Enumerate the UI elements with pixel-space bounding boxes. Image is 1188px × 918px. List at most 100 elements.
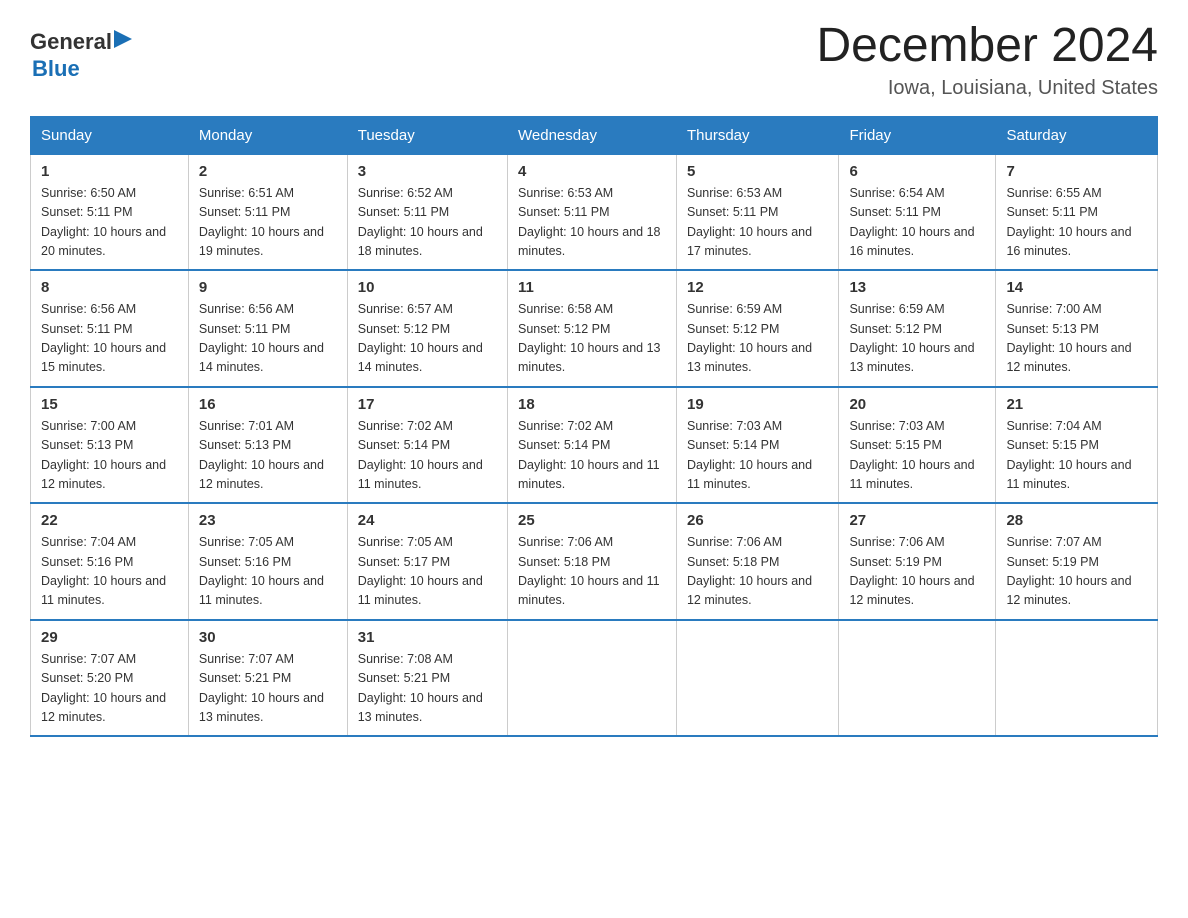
day-info: Sunrise: 6:50 AM Sunset: 5:11 PM Dayligh… bbox=[41, 184, 178, 262]
calendar-header-row: SundayMondayTuesdayWednesdayThursdayFrid… bbox=[31, 116, 1158, 154]
column-header-saturday: Saturday bbox=[996, 116, 1158, 154]
day-number: 2 bbox=[199, 163, 337, 180]
calendar-cell: 21 Sunrise: 7:04 AM Sunset: 5:15 PM Dayl… bbox=[996, 387, 1158, 504]
logo-text-general: General bbox=[30, 30, 112, 54]
calendar-cell: 14 Sunrise: 7:00 AM Sunset: 5:13 PM Dayl… bbox=[996, 270, 1158, 387]
calendar-cell: 28 Sunrise: 7:07 AM Sunset: 5:19 PM Dayl… bbox=[996, 503, 1158, 620]
day-info: Sunrise: 6:58 AM Sunset: 5:12 PM Dayligh… bbox=[518, 300, 666, 378]
column-header-wednesday: Wednesday bbox=[508, 116, 677, 154]
column-header-sunday: Sunday bbox=[31, 116, 189, 154]
day-number: 16 bbox=[199, 396, 337, 413]
day-info: Sunrise: 7:00 AM Sunset: 5:13 PM Dayligh… bbox=[1006, 300, 1147, 378]
day-info: Sunrise: 7:07 AM Sunset: 5:21 PM Dayligh… bbox=[199, 650, 337, 728]
day-number: 28 bbox=[1006, 512, 1147, 529]
day-number: 30 bbox=[199, 629, 337, 646]
day-number: 24 bbox=[358, 512, 497, 529]
day-number: 26 bbox=[687, 512, 828, 529]
column-header-friday: Friday bbox=[839, 116, 996, 154]
calendar-cell: 7 Sunrise: 6:55 AM Sunset: 5:11 PM Dayli… bbox=[996, 154, 1158, 270]
calendar-cell bbox=[996, 620, 1158, 737]
calendar-cell: 26 Sunrise: 7:06 AM Sunset: 5:18 PM Dayl… bbox=[676, 503, 838, 620]
day-info: Sunrise: 7:07 AM Sunset: 5:20 PM Dayligh… bbox=[41, 650, 178, 728]
day-number: 4 bbox=[518, 163, 666, 180]
day-number: 1 bbox=[41, 163, 178, 180]
day-info: Sunrise: 7:01 AM Sunset: 5:13 PM Dayligh… bbox=[199, 417, 337, 495]
calendar-cell: 23 Sunrise: 7:05 AM Sunset: 5:16 PM Dayl… bbox=[188, 503, 347, 620]
day-info: Sunrise: 7:03 AM Sunset: 5:14 PM Dayligh… bbox=[687, 417, 828, 495]
calendar-cell: 5 Sunrise: 6:53 AM Sunset: 5:11 PM Dayli… bbox=[676, 154, 838, 270]
calendar-cell bbox=[676, 620, 838, 737]
calendar-week-row: 8 Sunrise: 6:56 AM Sunset: 5:11 PM Dayli… bbox=[31, 270, 1158, 387]
calendar-cell: 4 Sunrise: 6:53 AM Sunset: 5:11 PM Dayli… bbox=[508, 154, 677, 270]
day-number: 11 bbox=[518, 279, 666, 296]
calendar-cell: 17 Sunrise: 7:02 AM Sunset: 5:14 PM Dayl… bbox=[347, 387, 507, 504]
day-info: Sunrise: 6:52 AM Sunset: 5:11 PM Dayligh… bbox=[358, 184, 497, 262]
day-info: Sunrise: 7:04 AM Sunset: 5:15 PM Dayligh… bbox=[1006, 417, 1147, 495]
day-number: 14 bbox=[1006, 279, 1147, 296]
day-info: Sunrise: 7:00 AM Sunset: 5:13 PM Dayligh… bbox=[41, 417, 178, 495]
calendar-cell: 8 Sunrise: 6:56 AM Sunset: 5:11 PM Dayli… bbox=[31, 270, 189, 387]
day-info: Sunrise: 7:03 AM Sunset: 5:15 PM Dayligh… bbox=[849, 417, 985, 495]
page-header: General Blue December 2024 Iowa, Louisia… bbox=[30, 20, 1158, 100]
calendar-cell: 1 Sunrise: 6:50 AM Sunset: 5:11 PM Dayli… bbox=[31, 154, 189, 270]
calendar-title: December 2024 bbox=[816, 20, 1158, 73]
day-info: Sunrise: 7:07 AM Sunset: 5:19 PM Dayligh… bbox=[1006, 533, 1147, 611]
day-info: Sunrise: 7:05 AM Sunset: 5:17 PM Dayligh… bbox=[358, 533, 497, 611]
calendar-cell: 6 Sunrise: 6:54 AM Sunset: 5:11 PM Dayli… bbox=[839, 154, 996, 270]
calendar-cell: 24 Sunrise: 7:05 AM Sunset: 5:17 PM Dayl… bbox=[347, 503, 507, 620]
day-info: Sunrise: 6:55 AM Sunset: 5:11 PM Dayligh… bbox=[1006, 184, 1147, 262]
day-number: 22 bbox=[41, 512, 178, 529]
title-block: December 2024 Iowa, Louisiana, United St… bbox=[816, 20, 1158, 100]
calendar-cell: 16 Sunrise: 7:01 AM Sunset: 5:13 PM Dayl… bbox=[188, 387, 347, 504]
day-info: Sunrise: 6:53 AM Sunset: 5:11 PM Dayligh… bbox=[518, 184, 666, 262]
column-header-monday: Monday bbox=[188, 116, 347, 154]
day-info: Sunrise: 6:54 AM Sunset: 5:11 PM Dayligh… bbox=[849, 184, 985, 262]
calendar-cell: 10 Sunrise: 6:57 AM Sunset: 5:12 PM Dayl… bbox=[347, 270, 507, 387]
calendar-cell: 19 Sunrise: 7:03 AM Sunset: 5:14 PM Dayl… bbox=[676, 387, 838, 504]
day-info: Sunrise: 6:56 AM Sunset: 5:11 PM Dayligh… bbox=[199, 300, 337, 378]
day-number: 9 bbox=[199, 279, 337, 296]
day-info: Sunrise: 6:59 AM Sunset: 5:12 PM Dayligh… bbox=[687, 300, 828, 378]
calendar-cell: 29 Sunrise: 7:07 AM Sunset: 5:20 PM Dayl… bbox=[31, 620, 189, 737]
day-number: 31 bbox=[358, 629, 497, 646]
day-info: Sunrise: 6:57 AM Sunset: 5:12 PM Dayligh… bbox=[358, 300, 497, 378]
calendar-cell: 12 Sunrise: 6:59 AM Sunset: 5:12 PM Dayl… bbox=[676, 270, 838, 387]
calendar-week-row: 22 Sunrise: 7:04 AM Sunset: 5:16 PM Dayl… bbox=[31, 503, 1158, 620]
logo-triangle-icon bbox=[114, 30, 136, 52]
day-number: 19 bbox=[687, 396, 828, 413]
logo-text-blue: Blue bbox=[32, 57, 136, 81]
logo: General Blue bbox=[30, 28, 136, 81]
column-header-tuesday: Tuesday bbox=[347, 116, 507, 154]
day-number: 10 bbox=[358, 279, 497, 296]
day-number: 20 bbox=[849, 396, 985, 413]
calendar-cell: 2 Sunrise: 6:51 AM Sunset: 5:11 PM Dayli… bbox=[188, 154, 347, 270]
calendar-cell: 30 Sunrise: 7:07 AM Sunset: 5:21 PM Dayl… bbox=[188, 620, 347, 737]
calendar-cell: 15 Sunrise: 7:00 AM Sunset: 5:13 PM Dayl… bbox=[31, 387, 189, 504]
calendar-cell: 9 Sunrise: 6:56 AM Sunset: 5:11 PM Dayli… bbox=[188, 270, 347, 387]
calendar-subtitle: Iowa, Louisiana, United States bbox=[816, 77, 1158, 100]
day-info: Sunrise: 6:53 AM Sunset: 5:11 PM Dayligh… bbox=[687, 184, 828, 262]
day-number: 29 bbox=[41, 629, 178, 646]
day-info: Sunrise: 7:02 AM Sunset: 5:14 PM Dayligh… bbox=[518, 417, 666, 495]
calendar-cell bbox=[839, 620, 996, 737]
day-info: Sunrise: 7:08 AM Sunset: 5:21 PM Dayligh… bbox=[358, 650, 497, 728]
calendar-cell: 11 Sunrise: 6:58 AM Sunset: 5:12 PM Dayl… bbox=[508, 270, 677, 387]
day-info: Sunrise: 7:02 AM Sunset: 5:14 PM Dayligh… bbox=[358, 417, 497, 495]
day-number: 18 bbox=[518, 396, 666, 413]
calendar-cell bbox=[508, 620, 677, 737]
calendar-cell: 3 Sunrise: 6:52 AM Sunset: 5:11 PM Dayli… bbox=[347, 154, 507, 270]
day-info: Sunrise: 7:06 AM Sunset: 5:18 PM Dayligh… bbox=[687, 533, 828, 611]
day-number: 5 bbox=[687, 163, 828, 180]
day-info: Sunrise: 7:06 AM Sunset: 5:19 PM Dayligh… bbox=[849, 533, 985, 611]
calendar-cell: 18 Sunrise: 7:02 AM Sunset: 5:14 PM Dayl… bbox=[508, 387, 677, 504]
day-number: 13 bbox=[849, 279, 985, 296]
calendar-cell: 27 Sunrise: 7:06 AM Sunset: 5:19 PM Dayl… bbox=[839, 503, 996, 620]
day-number: 27 bbox=[849, 512, 985, 529]
day-info: Sunrise: 6:51 AM Sunset: 5:11 PM Dayligh… bbox=[199, 184, 337, 262]
day-number: 21 bbox=[1006, 396, 1147, 413]
calendar-cell: 31 Sunrise: 7:08 AM Sunset: 5:21 PM Dayl… bbox=[347, 620, 507, 737]
calendar-week-row: 15 Sunrise: 7:00 AM Sunset: 5:13 PM Dayl… bbox=[31, 387, 1158, 504]
calendar-cell: 13 Sunrise: 6:59 AM Sunset: 5:12 PM Dayl… bbox=[839, 270, 996, 387]
day-number: 23 bbox=[199, 512, 337, 529]
calendar-cell: 20 Sunrise: 7:03 AM Sunset: 5:15 PM Dayl… bbox=[839, 387, 996, 504]
